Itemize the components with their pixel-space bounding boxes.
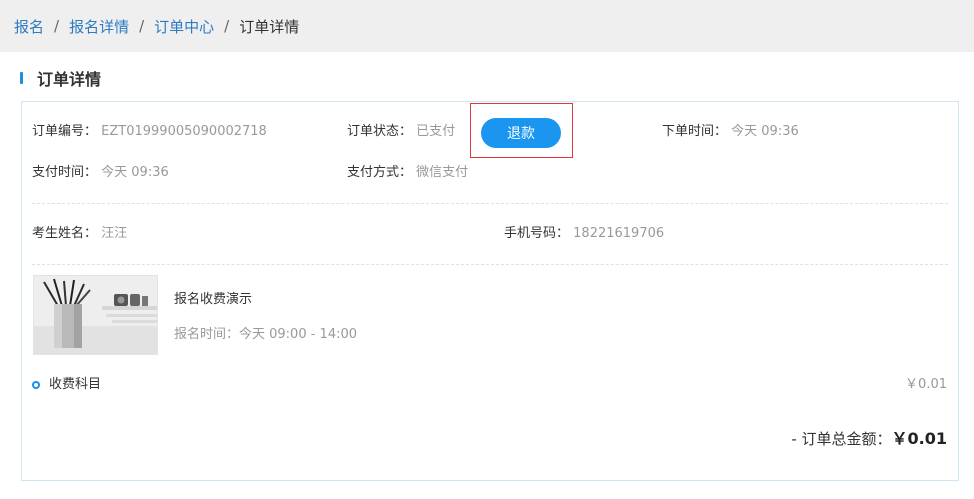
candidate-name-label: 考生姓名： [32,226,98,241]
order-number-field: 订单编号： EZT01999005090002718 [32,122,267,142]
pay-method-field: 支付方式： 微信支付 [347,163,468,183]
page-title-text: 订单详情 [37,70,102,89]
phone-label: 手机号码： [504,226,570,241]
order-number-label: 订单编号： [32,124,98,139]
pencil-cup-image-icon [34,276,157,354]
divider [32,203,948,204]
pay-method-value: 微信支付 [416,165,469,180]
divider [32,264,948,265]
breadcrumb-link-signup[interactable]: 报名 [14,16,44,37]
breadcrumb-link-signup-detail[interactable]: 报名详情 [69,16,129,37]
breadcrumb-separator: / [224,17,230,35]
order-total-label: - 订单总金额： [791,430,892,448]
refund-button[interactable]: 退款 [481,118,561,148]
order-created-field: 下单时间： 今天 09:36 [662,122,799,142]
candidate-name-value: 汪汪 [101,226,128,241]
paid-time-label: 支付时间： [32,165,98,180]
page-title: 订单详情 [20,68,102,89]
product-time: 报名时间：今天 09:00 - 14:00 [174,327,358,342]
phone-field: 手机号码： 18221619706 [504,224,664,244]
breadcrumb-current: 订单详情 [239,17,300,36]
circle-bullet-icon [32,381,40,389]
order-status-value: 已支付 [416,124,456,139]
order-total-amount: ￥0.01 [891,429,947,448]
order-detail-panel: 订单编号： EZT01999005090002718 订单状态： 已支付 退款 … [21,101,959,481]
order-total: - 订单总金额：￥0.01 [791,427,947,451]
product-thumbnail[interactable] [33,275,158,355]
paid-time-field: 支付时间： 今天 09:36 [32,163,169,183]
breadcrumb-separator: / [139,17,145,35]
paid-time-value: 今天 09:36 [101,165,169,180]
order-number-value: EZT01999005090002718 [101,124,267,139]
order-status-field: 订单状态： 已支付 [347,122,455,142]
phone-value: 18221619706 [573,226,665,241]
pay-method-label: 支付方式： [347,165,413,180]
candidate-name-field: 考生姓名： 汪汪 [32,224,127,244]
order-status-label: 订单状态： [347,124,413,139]
breadcrumb: 报名 / 报名详情 / 订单中心 / 订单详情 [0,0,974,52]
fee-item-amount: ￥0.01 [905,377,947,392]
title-marker-icon [20,72,23,84]
product-name: 报名收费演示 [174,292,253,307]
breadcrumb-link-order-center[interactable]: 订单中心 [154,16,214,37]
fee-item-label: 收费科目 [49,377,102,392]
order-created-label: 下单时间： [662,124,728,139]
order-created-value: 今天 09:36 [731,124,799,139]
breadcrumb-separator: / [54,17,60,35]
